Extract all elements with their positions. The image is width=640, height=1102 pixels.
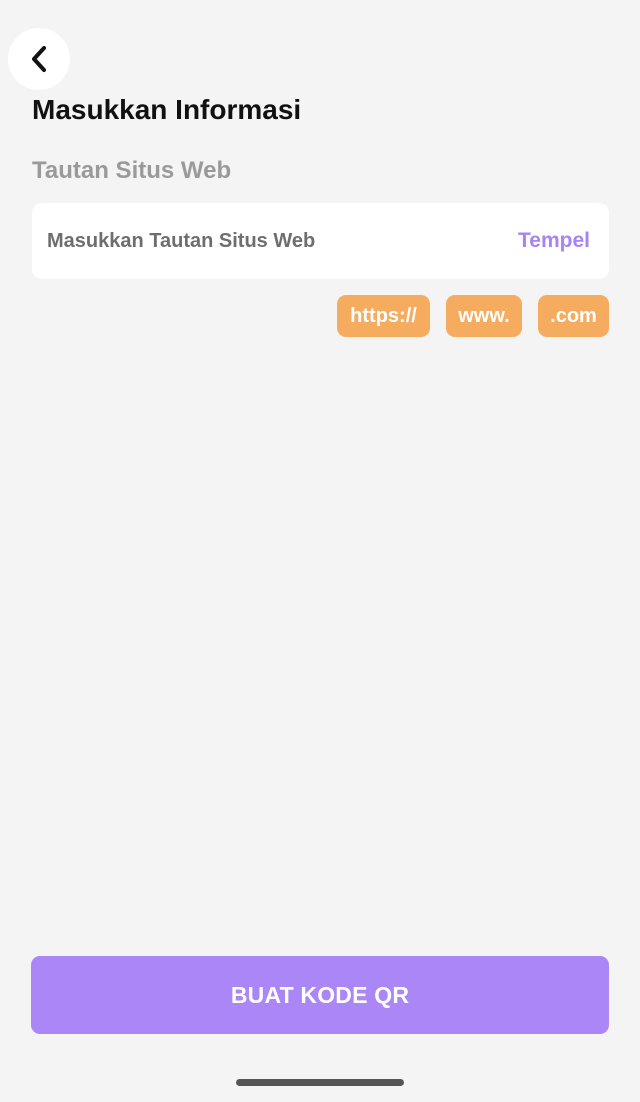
url-input-card: Tempel [32,203,609,279]
website-url-input[interactable] [47,221,487,261]
home-indicator [236,1079,404,1086]
generate-qr-button[interactable]: BUAT KODE QR [31,956,609,1034]
chip-https[interactable]: https:// [337,295,430,337]
chip-dotcom[interactable]: .com [538,295,609,337]
paste-button[interactable]: Tempel [518,227,590,255]
page-title: Masukkan Informasi [32,94,302,125]
section-label-website-link: Tautan Situs Web [32,157,232,184]
chip-www[interactable]: www. [446,295,522,337]
chevron-left-icon [29,45,49,73]
url-chip-row: https:// www. .com [337,295,609,337]
back-button[interactable] [8,28,70,90]
